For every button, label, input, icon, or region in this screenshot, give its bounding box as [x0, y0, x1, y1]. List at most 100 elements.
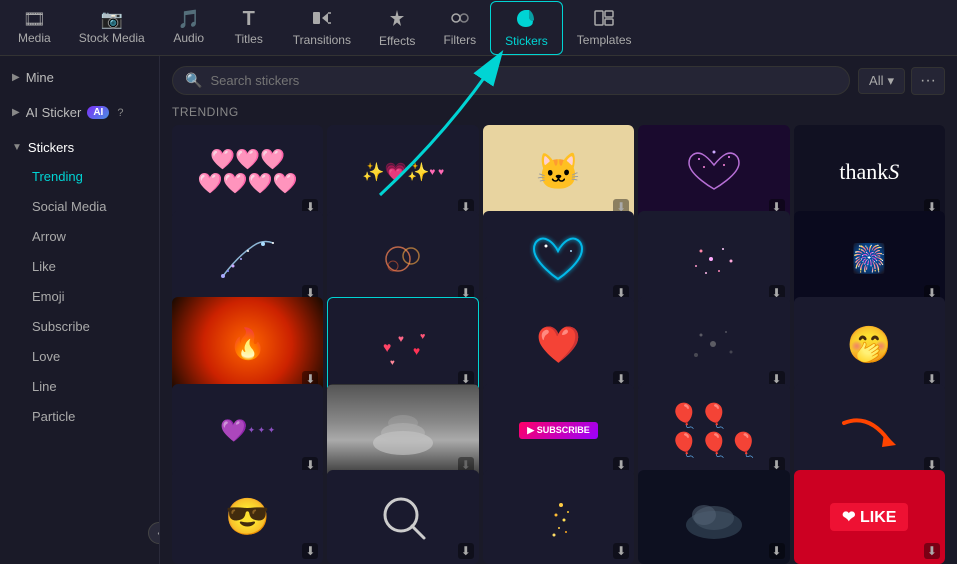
sidebar-ai-header[interactable]: ▶ AI Sticker AI ? [0, 99, 159, 126]
nav-templates[interactable]: Templates [563, 3, 646, 53]
sticker-heart-glow[interactable]: 💜✦ ✦ ✦ ⬇ [172, 384, 323, 479]
heart-glow-visual: 💜✦ ✦ ✦ [173, 385, 322, 478]
sticker-particles[interactable]: ⬇ [638, 211, 789, 306]
sticker-smoke[interactable]: ⬇ [327, 384, 478, 479]
search-bar: 🔍 All ▾ ··· [160, 56, 957, 101]
sticker-fire-explosion[interactable]: 🔥 ⬇ [172, 297, 323, 392]
smoke-visual [328, 385, 477, 478]
sidebar-item-line[interactable]: Line [4, 372, 155, 401]
glitter-heart-visual [639, 126, 788, 219]
scatter-visual [639, 298, 788, 391]
nav-transitions[interactable]: Transitions [279, 3, 365, 53]
nav-audio[interactable]: 🎵 Audio [159, 4, 219, 51]
sticker-sunglasses-emoji[interactable]: 😎 ⬇ [172, 470, 323, 564]
sidebar-mine-header[interactable]: ▶ Mine [0, 64, 159, 91]
transitions-icon [312, 9, 332, 30]
stickers-grid: 🩷🩷🩷🩷🩷🩷🩷 ⬇ ✨💗✨♥ ♥ ⬇ 🐱 ⬇ [160, 125, 957, 564]
top-nav: 🎞 Media 📷 Stock Media 🎵 Audio T Titles T… [0, 0, 957, 56]
sidebar-item-trending[interactable]: Trending [4, 162, 155, 191]
balloons-visual: 🎈🎈🎈🎈🎈 [639, 385, 788, 478]
sticker-laughing-emoji[interactable]: 🤭 ⬇ [794, 297, 945, 392]
sidebar-item-like[interactable]: Like [4, 252, 155, 281]
download-icon-24[interactable]: ⬇ [769, 543, 785, 559]
sparkle-hearts-visual: ✨💗✨♥ ♥ [328, 126, 477, 219]
trending-section-label: TRENDING [160, 101, 957, 125]
nav-effects[interactable]: Effects [365, 2, 429, 54]
download-icon-22[interactable]: ⬇ [458, 543, 474, 559]
neon-heart-visual [484, 212, 633, 305]
sticker-sparkle-trail[interactable]: ⬇ [172, 211, 323, 306]
sidebar: ▶ Mine ▶ AI Sticker AI ? ▼ Stickers [0, 56, 160, 564]
red-heart-visual: ❤️ [484, 298, 633, 391]
sidebar-item-arrow[interactable]: Arrow [4, 222, 155, 251]
sidebar-section-ai: ▶ AI Sticker AI ? [0, 91, 159, 126]
search-sticker-visual [328, 471, 477, 564]
audio-icon: 🎵 [178, 10, 200, 28]
download-icon-23[interactable]: ⬇ [613, 543, 629, 559]
sticker-floating-hearts[interactable]: ♥ ♥ ♥ ♥ ♥ ⬇ [327, 297, 478, 392]
sidebar-item-emoji[interactable]: Emoji [4, 282, 155, 311]
stickers-icon [515, 8, 537, 31]
thanks-visual: thankS [795, 126, 944, 219]
search-input[interactable] [210, 73, 837, 88]
download-icon-21[interactable]: ⬇ [302, 543, 318, 559]
more-options-button[interactable]: ··· [911, 67, 945, 95]
nav-media[interactable]: 🎞 Media [4, 4, 65, 51]
templates-icon [593, 9, 615, 30]
sidebar-item-social-media[interactable]: Social Media [4, 192, 155, 221]
sticker-neon-heart[interactable]: ⬇ [483, 211, 634, 306]
sticker-arrow-red[interactable]: ⬇ [794, 384, 945, 479]
sticker-red-heart[interactable]: ❤️ ⬇ [483, 297, 634, 392]
sticker-sparkle-hearts[interactable]: ✨💗✨♥ ♥ ⬇ [327, 125, 478, 220]
help-icon: ? [117, 107, 123, 119]
sidebar-stickers-header[interactable]: ▼ Stickers [0, 134, 159, 161]
gold-particles-visual [484, 471, 633, 564]
sticker-fireworks[interactable]: 🎆 ⬇ [794, 211, 945, 306]
sidebar-collapse-button[interactable]: ‹ [148, 522, 160, 544]
sidebar-section-mine: ▶ Mine [0, 56, 159, 91]
nav-filters[interactable]: Filters [429, 3, 490, 53]
sidebar-item-love[interactable]: Love [4, 342, 155, 371]
titles-icon: T [243, 9, 255, 29]
rings-visual [328, 212, 477, 305]
sticker-cat[interactable]: 🐱 ⬇ [483, 125, 634, 220]
sticker-like-badge[interactable]: ❤ LIKE ⬇ [794, 470, 945, 564]
search-icon: 🔍 [185, 72, 202, 89]
svg-text:♥: ♥ [420, 331, 425, 341]
sticker-scatter[interactable]: ⬇ [638, 297, 789, 392]
media-icon: 🎞 [23, 10, 46, 28]
sparkle-trail-visual [173, 212, 322, 305]
laughing-emoji-visual: 🤭 [795, 298, 944, 391]
sidebar-section-stickers: ▼ Stickers Trending Social Media [0, 126, 159, 431]
sticker-search[interactable]: ⬇ [327, 470, 478, 564]
sticker-subscribe[interactable]: ▶ SUBSCRIBE ⬇ [483, 384, 634, 479]
fireworks-visual: 🎆 [795, 212, 944, 305]
chevron-right-icon: ▶ [12, 72, 20, 83]
dropdown-chevron-icon: ▾ [887, 73, 894, 89]
sticker-thanks[interactable]: thankS ⬇ [794, 125, 945, 220]
sticker-cloud-dark[interactable]: ⬇ [638, 470, 789, 564]
sidebar-item-particle[interactable]: Particle [4, 402, 155, 431]
filter-dropdown[interactable]: All ▾ [858, 68, 905, 94]
chevron-down-icon: ▼ [12, 142, 22, 153]
sidebar-item-subscribe[interactable]: Subscribe [4, 312, 155, 341]
search-right: All ▾ ··· [858, 67, 945, 95]
ellipsis-icon: ··· [920, 72, 936, 89]
svg-text:♥: ♥ [390, 358, 395, 367]
sticker-balloons[interactable]: 🎈🎈🎈🎈🎈 ⬇ [638, 384, 789, 479]
sticker-hearts[interactable]: 🩷🩷🩷🩷🩷🩷🩷 ⬇ [172, 125, 323, 220]
nav-stickers[interactable]: Stickers [490, 1, 563, 55]
nav-titles[interactable]: T Titles [219, 3, 279, 52]
nav-stock-media[interactable]: 📷 Stock Media [65, 4, 159, 51]
chevron-right-icon-ai: ▶ [12, 107, 20, 118]
sunglasses-emoji-visual: 😎 [173, 471, 322, 564]
sticker-glitter-heart[interactable]: ⬇ [638, 125, 789, 220]
sticker-rings[interactable]: ⬇ [327, 211, 478, 306]
stock-media-icon: 📷 [100, 10, 122, 28]
sticker-gold-particles[interactable]: ⬇ [483, 470, 634, 564]
cloud-dark-visual [639, 471, 788, 564]
download-icon-25[interactable]: ⬇ [924, 543, 940, 559]
main-layout: ▶ Mine ▶ AI Sticker AI ? ▼ Stickers [0, 56, 957, 564]
floating-hearts-visual: ♥ ♥ ♥ ♥ ♥ [328, 298, 477, 391]
subscribe-visual: ▶ SUBSCRIBE [484, 385, 633, 478]
